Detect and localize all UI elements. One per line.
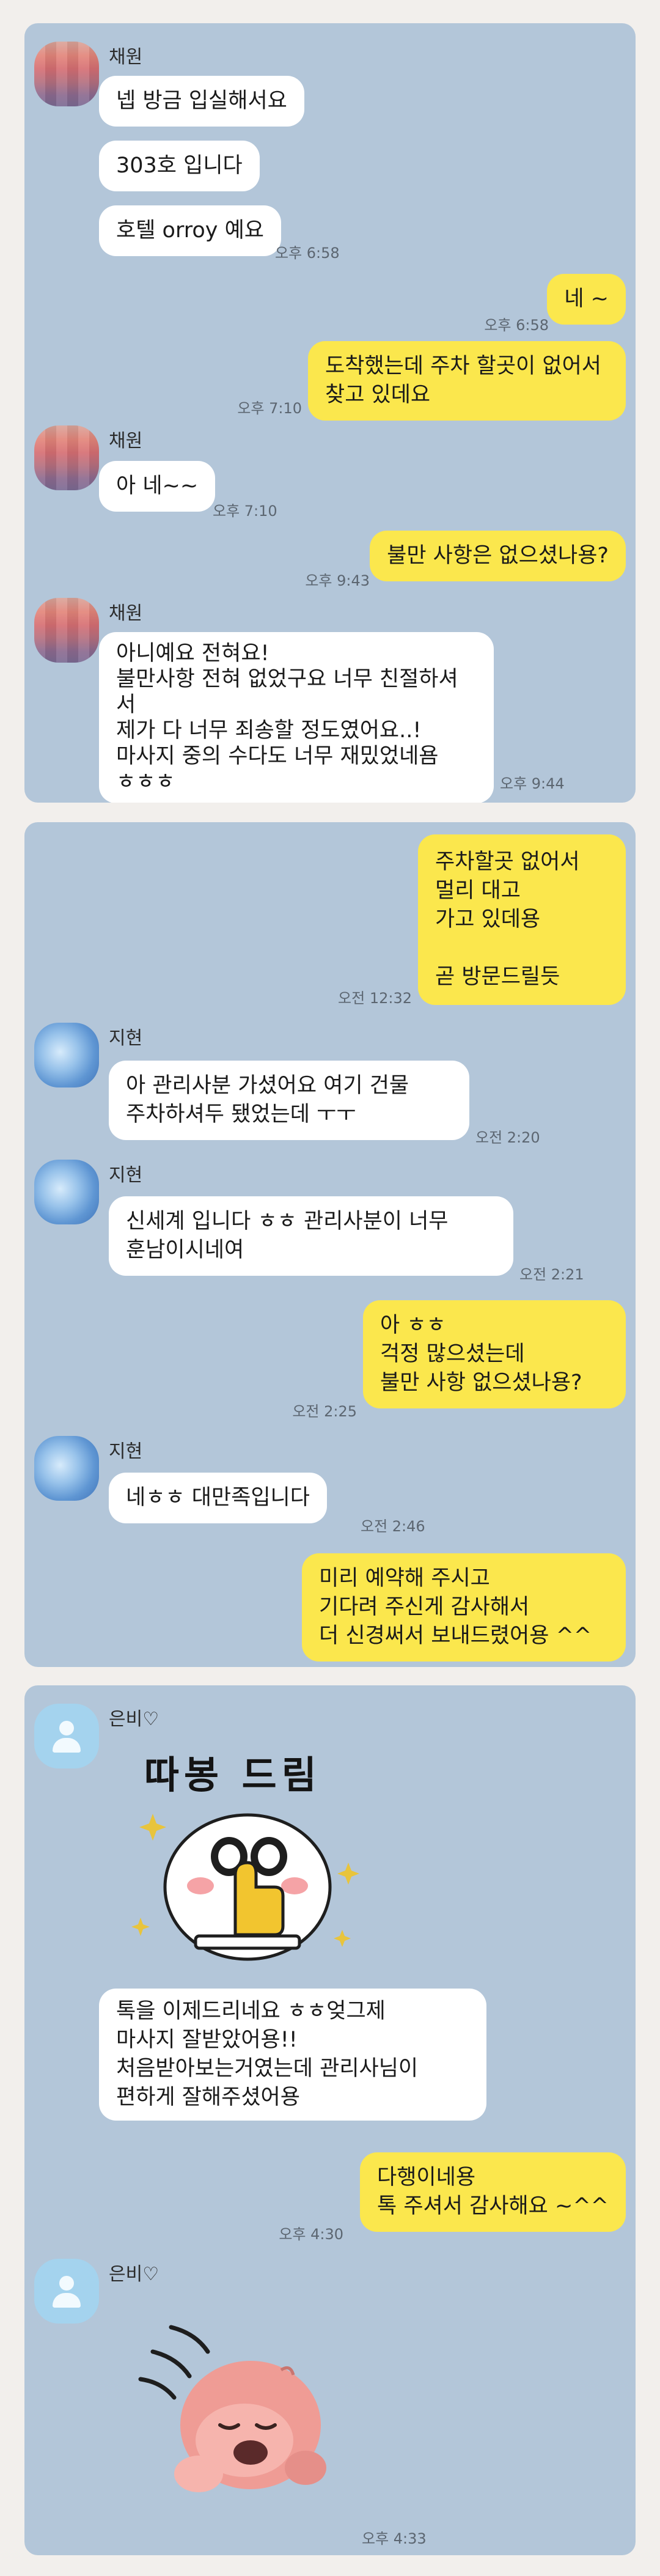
message-bubble[interactable]: 네ㅎㅎ 대만족입니다 bbox=[109, 1473, 327, 1523]
message-time: 오후 6:58 bbox=[275, 245, 340, 262]
message-time: 오후 6:58 bbox=[484, 317, 549, 334]
person-icon bbox=[59, 2276, 74, 2291]
avatar-chaewon[interactable] bbox=[34, 425, 99, 490]
message-bubble[interactable]: 주차할곳 없어서 멀리 대고 가고 있데용 곧 방문드릴듯 bbox=[418, 834, 626, 1005]
message-time: 오후 7:10 bbox=[237, 400, 302, 417]
message-time: 오후 9:44 bbox=[500, 775, 565, 792]
message-time: 오후 4:30 bbox=[279, 2226, 343, 2243]
message-bubble[interactable]: 아 ㅎㅎ 걱정 많으셨는데 불만 사항 없으셨나용? bbox=[363, 1300, 626, 1408]
message-time: 오전 12:32 bbox=[338, 990, 412, 1007]
sender-name: 은비♡ bbox=[109, 1709, 160, 1730]
avatar-jihyun[interactable] bbox=[34, 1023, 99, 1087]
message-bubble[interactable]: 아 네~~ bbox=[99, 461, 216, 512]
sender-name: 지현 bbox=[109, 1165, 143, 1186]
avatar-eunbi[interactable] bbox=[34, 1704, 99, 1768]
sender-name: 채원 bbox=[109, 603, 143, 624]
sticker-caption: 따봉 드림 bbox=[144, 1753, 321, 1797]
message-bubble[interactable]: 도착했는데 주차 할곳이 없어서 찾고 있데요 bbox=[308, 341, 626, 421]
avatar-jihyun[interactable] bbox=[34, 1160, 99, 1224]
message-time: 오전 2:25 bbox=[292, 1403, 357, 1420]
chat-panel-2: 주차할곳 없어서 멀리 대고 가고 있데용 곧 방문드릴듯 오전 12:32 지… bbox=[24, 822, 636, 1667]
sender-name: 채원 bbox=[109, 46, 143, 68]
message-bubble[interactable]: 넵 방금 입실해서요 bbox=[99, 76, 304, 127]
message-bubble[interactable]: 호텔 orroy 예요 bbox=[99, 205, 281, 256]
message-bubble[interactable]: 아 관리사분 가셨어요 여기 건물 주차하셔두 됐었는데 ㅜㅜ bbox=[109, 1061, 469, 1140]
person-icon bbox=[59, 1721, 74, 1735]
chat-panel-3: 은비♡ 따봉 드림 톡을 이제드리네요 ㅎㅎ엊그제 마사지 잘받았어용!! 처음… bbox=[24, 1685, 636, 2555]
message-bubble[interactable]: 신세계 입니다 ㅎㅎ 관리사분이 너무 훈남이시네여 bbox=[109, 1196, 513, 1276]
avatar-chaewon[interactable] bbox=[34, 598, 99, 663]
message-time: 오전 2:20 bbox=[475, 1129, 540, 1146]
avatar-chaewon[interactable] bbox=[34, 42, 99, 106]
avatar-jihyun[interactable] bbox=[34, 1436, 99, 1501]
message-time: 오전 2:46 bbox=[361, 1518, 425, 1535]
message-time: 오후 4:33 bbox=[362, 2530, 427, 2547]
message-time: 오후 7:10 bbox=[213, 502, 277, 520]
message-time: 오후 9:43 bbox=[305, 572, 370, 589]
message-bubble[interactable]: 미리 예약해 주시고 기다려 주신게 감사해서 더 신경써서 보내드렸어용 ^^ bbox=[302, 1553, 626, 1662]
sender-name: 채원 bbox=[109, 430, 143, 452]
message-bubble[interactable]: 불만 사항은 없으셨나용? bbox=[370, 531, 626, 581]
message-time: 오전 2:21 bbox=[519, 1266, 584, 1283]
chat-panel-1: 채원 넵 방금 입실해서요 303호 입니다 호텔 orroy 예요 오후 6:… bbox=[24, 23, 636, 803]
message-bubble[interactable]: 톡을 이제드리네요 ㅎㅎ엊그제 마사지 잘받았어용!! 처음받아보는거였는데 관… bbox=[99, 1989, 486, 2121]
sender-name: 지현 bbox=[109, 1028, 143, 1049]
message-bubble[interactable]: 303호 입니다 bbox=[99, 141, 260, 191]
sender-name: 은비♡ bbox=[109, 2264, 160, 2285]
message-bubble[interactable]: 다행이네용 톡 주셔서 감사해요 ~^^ bbox=[360, 2152, 626, 2232]
avatar-eunbi[interactable] bbox=[34, 2259, 99, 2324]
sender-name: 지현 bbox=[109, 1441, 143, 1462]
pink-character-sticker[interactable] bbox=[128, 2315, 336, 2498]
thumbs-up-sticker[interactable] bbox=[116, 1795, 379, 1973]
message-bubble[interactable]: 아니예요 전혀요! 불만사항 전혀 없었구요 너무 친절하셔서 제가 다 너무 … bbox=[99, 632, 494, 803]
message-bubble[interactable]: 네 ~ bbox=[547, 274, 626, 325]
